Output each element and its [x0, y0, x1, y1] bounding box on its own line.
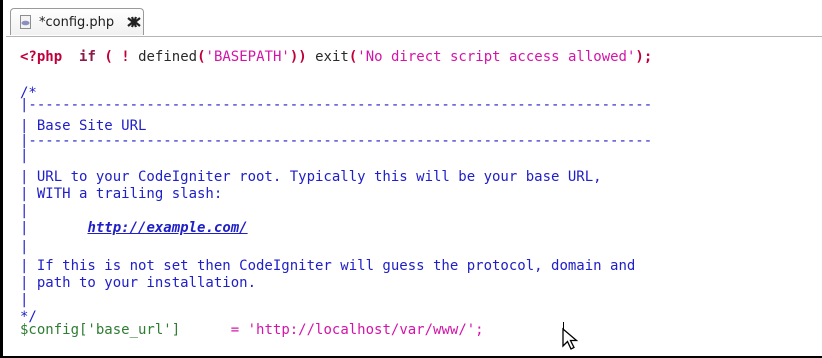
comment-example-line: | http://example.com/ — [20, 220, 248, 236]
php-file-icon — [19, 15, 33, 29]
comment-description: | If this is not set then CodeIgniter wi… — [20, 258, 636, 274]
config-assignment-line: $config['base_url'] = 'http://localhost/… — [20, 322, 484, 338]
tab-title: *config.php — [39, 14, 115, 30]
keyword-if: if — [79, 49, 96, 65]
assign-operator: = — [230, 322, 240, 338]
paren: ( — [104, 49, 113, 65]
paren: ); — [635, 49, 653, 65]
base-url-value: 'http://localhost/var/www/'; — [247, 322, 484, 338]
paren: )) — [289, 49, 307, 65]
string-message: 'No direct script access allowed' — [357, 49, 636, 65]
editor-window: *config.php <?php if ( ! defined('BASEPA… — [0, 0, 822, 358]
comment-heading: | Base Site URL — [20, 118, 147, 134]
tab-config-php[interactable]: *config.php — [10, 8, 144, 35]
paren: ( — [197, 49, 206, 65]
string-basepath: 'BASEPATH' — [205, 49, 290, 65]
comment-pipe: | — [20, 148, 29, 164]
code-line-1: <?php if ( ! defined('BASEPATH')) exit('… — [20, 49, 652, 65]
mouse-pointer-icon — [562, 327, 579, 350]
close-icon[interactable] — [126, 16, 142, 28]
comment-description: | WITH a trailing slash: — [20, 186, 223, 202]
comment-pipe: | — [20, 220, 29, 236]
comment-pipe: | — [20, 203, 29, 219]
comment-dash-line: |---------------------------------------… — [20, 133, 653, 149]
code-editor[interactable]: <?php if ( ! defined('BASEPATH')) exit('… — [6, 37, 822, 354]
comment-description: | path to your installation. — [20, 275, 257, 291]
tab-bar: *config.php — [6, 0, 822, 37]
not-operator: ! — [121, 49, 130, 65]
comment-pipe: | — [20, 292, 29, 308]
function-defined: defined — [138, 49, 198, 65]
comment-pipe: | — [20, 239, 29, 255]
function-exit: exit — [315, 49, 349, 65]
paren: ( — [348, 49, 358, 65]
comment-dash-line: |---------------------------------------… — [20, 97, 653, 113]
comment-description: | URL to your CodeIgniter root. Typicall… — [20, 169, 602, 185]
example-url-link[interactable]: http://example.com/ — [87, 220, 247, 236]
php-open-tag: <?php — [20, 49, 63, 65]
config-variable: $config['base_url'] — [20, 322, 181, 338]
